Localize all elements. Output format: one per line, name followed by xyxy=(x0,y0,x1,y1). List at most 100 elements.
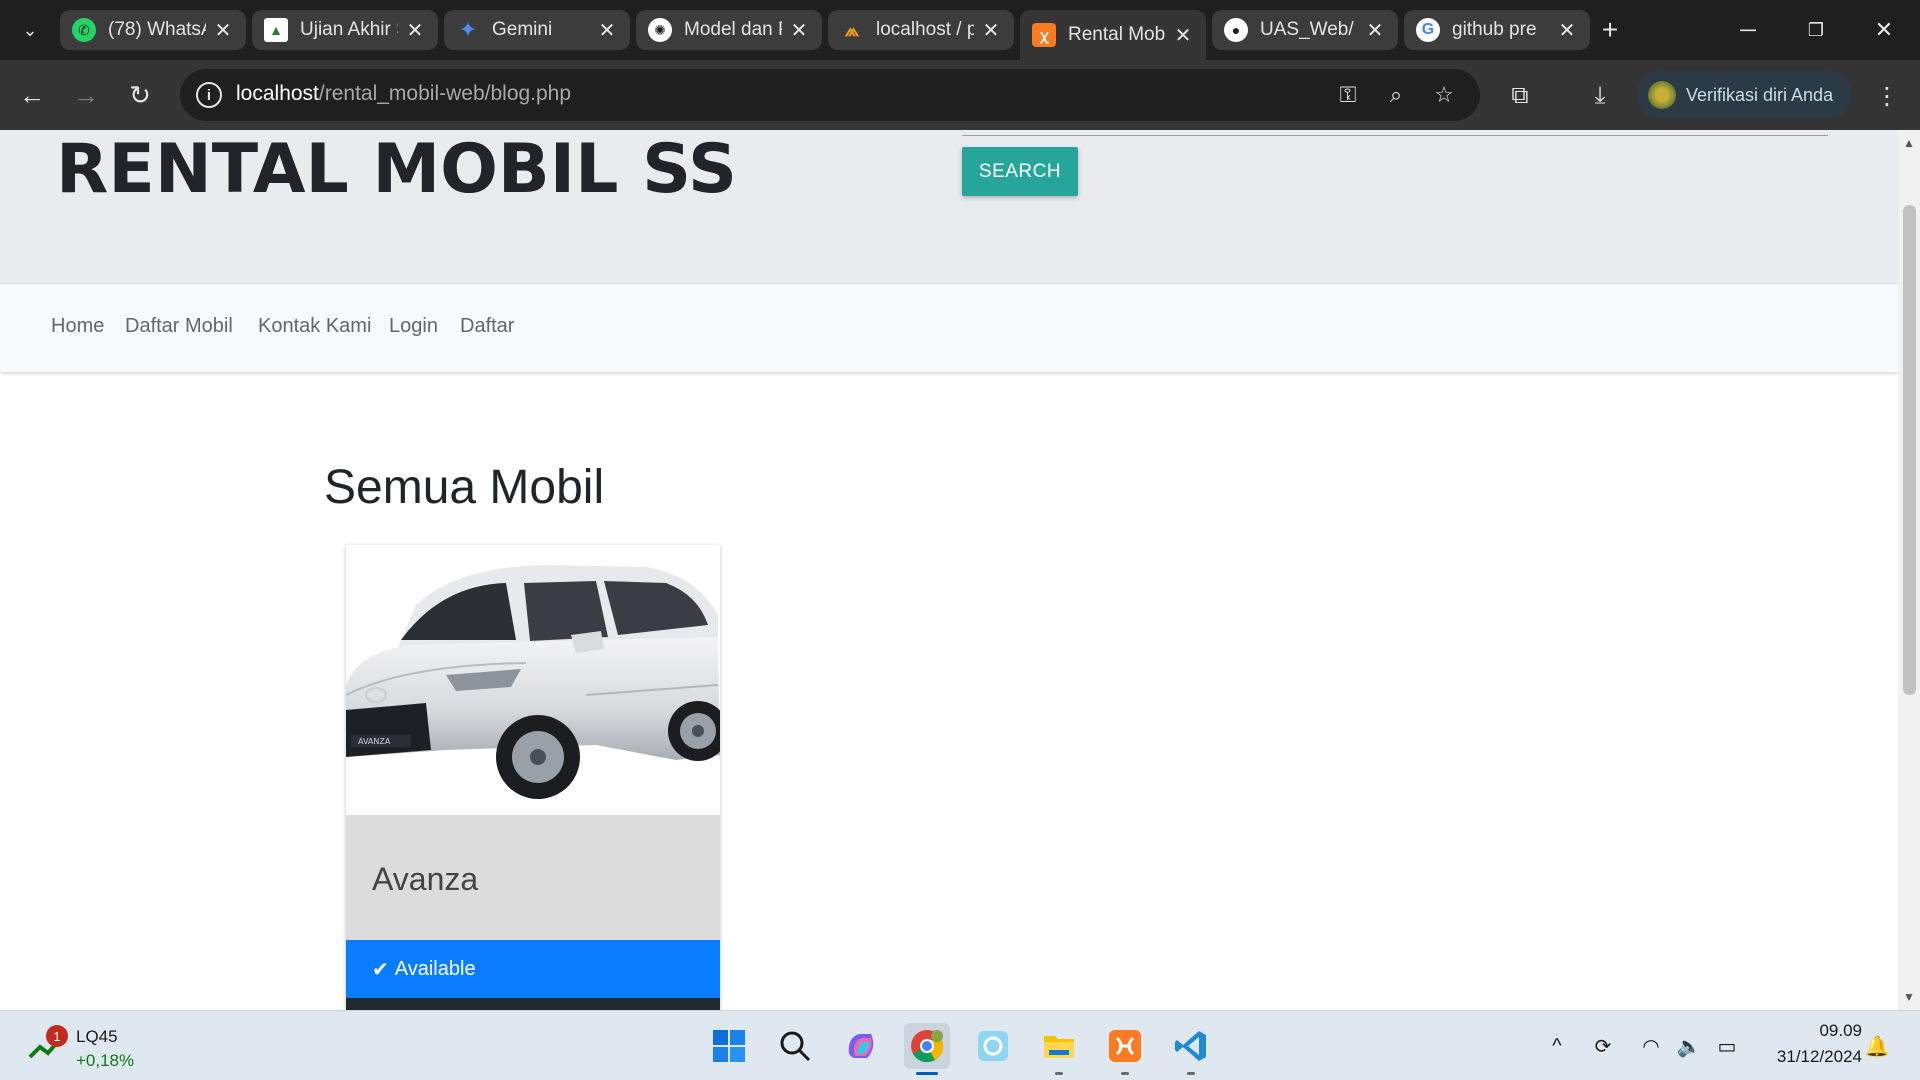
tab-model-dan[interactable]: ✺ Model dan Penjelasan ✕ xyxy=(636,10,822,50)
back-arrow-icon[interactable]: ← xyxy=(14,77,50,113)
widget-title: LQ45 xyxy=(76,1027,118,1046)
tab-title: github pre xyxy=(1452,19,1537,40)
status-label: Available xyxy=(394,957,476,980)
close-tab-icon[interactable]: ✕ xyxy=(404,18,426,43)
close-tab-icon[interactable]: ✕ xyxy=(212,18,234,43)
clock-time[interactable]: 09.09 xyxy=(1762,1021,1862,1041)
nav-login[interactable]: Login xyxy=(389,315,438,338)
search-input[interactable] xyxy=(962,135,1828,136)
status-badge: ✔ Available xyxy=(346,940,720,998)
profile-label: Verifikasi diri Anda xyxy=(1686,84,1834,105)
extensions-puzzle-icon[interactable]: ⧉ xyxy=(1503,79,1537,113)
tab-title: Ujian Akhir Semester xyxy=(300,19,398,40)
close-window-icon[interactable]: ✕ xyxy=(1864,10,1904,50)
tab-phpmyadmin[interactable]: ⩕ localhost / phpMyAdmin ✕ xyxy=(828,10,1014,50)
xampp-icon[interactable] xyxy=(1102,1023,1148,1075)
page-content: RENTAL MOBIL SS SEARCH Home Daftar Mobil… xyxy=(0,130,1898,1010)
tab-whatsapp[interactable]: ✆ (78) WhatsApp ✕ xyxy=(60,10,246,50)
scroll-thumb[interactable] xyxy=(1903,205,1916,695)
notification-bell-icon[interactable]: 🔔 xyxy=(1864,1033,1890,1059)
tab-rental-mobil[interactable]: ꭓ Rental Mobil SS ✕ xyxy=(1020,10,1206,60)
close-tab-icon[interactable]: ✕ xyxy=(596,18,618,43)
scroll-down-arrow-icon[interactable]: ▼ xyxy=(1898,986,1920,1008)
sync-icon[interactable]: ⟳ xyxy=(1590,1033,1616,1059)
page-scrollbar[interactable]: ▲ ▼ xyxy=(1898,130,1920,1010)
forward-arrow-icon[interactable]: → xyxy=(68,77,104,113)
car-name: Avanza xyxy=(372,861,479,897)
car-card[interactable]: AVANZA Avanza ✔ Available xyxy=(346,545,720,1010)
google-icon: G xyxy=(1416,18,1440,42)
nav-kontak-kami[interactable]: Kontak Kami xyxy=(258,315,371,338)
battery-icon[interactable]: ▭ xyxy=(1714,1033,1740,1059)
password-key-icon[interactable]: ⚿ xyxy=(1334,81,1362,109)
car-illustration: AVANZA xyxy=(346,565,720,799)
nav-daftar[interactable]: Daftar xyxy=(460,315,514,338)
url-host: localhost xyxy=(236,82,319,105)
browser-tab-strip: ⌄ ✆ (78) WhatsApp ✕ ▲ Ujian Akhir Semest… xyxy=(0,0,1920,60)
stock-widget[interactable]: 1 LQ45 +0,18% xyxy=(28,1017,178,1075)
copilot-preview-icon[interactable] xyxy=(970,1023,1016,1069)
search-icon[interactable] xyxy=(772,1023,818,1069)
car-info: Avanza xyxy=(346,815,720,940)
file-explorer-icon[interactable] xyxy=(1036,1023,1082,1075)
scroll-up-arrow-icon[interactable]: ▲ xyxy=(1898,132,1920,154)
chrome-icon[interactable] xyxy=(904,1023,950,1075)
github-icon: ● xyxy=(1224,18,1248,42)
notification-badge: 1 xyxy=(46,1025,68,1047)
tab-title: Gemini xyxy=(492,19,553,40)
phpmyadmin-icon: ⩕ xyxy=(844,19,860,40)
wifi-icon[interactable]: ◠ xyxy=(1638,1033,1664,1059)
site-header: RENTAL MOBIL SS SEARCH xyxy=(0,130,1898,283)
search-button[interactable]: SEARCH xyxy=(962,147,1078,196)
site-title: RENTAL MOBIL SS xyxy=(56,130,737,209)
chatgpt-icon: ✺ xyxy=(648,18,672,42)
zoom-icon[interactable]: ⌕ xyxy=(1382,81,1410,109)
minimize-icon[interactable]: ─ xyxy=(1728,10,1768,50)
whatsapp-icon: ✆ xyxy=(72,18,96,42)
windows-start-icon[interactable] xyxy=(706,1023,752,1069)
new-tab-plus-icon[interactable]: + xyxy=(1592,12,1628,48)
tab-github-uas[interactable]: ● UAS_Web/ rental_mobil ✕ xyxy=(1212,10,1398,50)
tab-gemini[interactable]: ✦ Gemini ✕ xyxy=(444,10,630,50)
tab-title: (78) WhatsApp xyxy=(108,19,206,40)
windows-taskbar: 1 LQ45 +0,18% ^ ⟳ ◠ 🔈 ▭ 09.09 31/12/2024… xyxy=(0,1010,1920,1080)
widget-change: +0,18% xyxy=(76,1051,135,1070)
tab-title: Rental Mobil SS xyxy=(1068,24,1166,45)
card-footer[interactable] xyxy=(346,998,720,1010)
close-tab-icon[interactable]: ✕ xyxy=(1172,23,1194,48)
close-tab-icon[interactable]: ✕ xyxy=(1364,18,1386,43)
site-info-icon[interactable]: i xyxy=(196,82,222,108)
address-bar[interactable]: i localhost/rental_mobil-web/blog.php ⚿ … xyxy=(180,69,1480,121)
section-title: Semua Mobil xyxy=(324,461,605,514)
elearning-icon: ▲ xyxy=(264,18,288,42)
tab-title: UAS_Web/ rental_mobil xyxy=(1260,19,1358,40)
close-tab-icon[interactable]: ✕ xyxy=(1556,18,1578,43)
nav-home[interactable]: Home xyxy=(51,315,104,338)
check-icon: ✔ xyxy=(372,958,389,981)
vscode-icon[interactable] xyxy=(1168,1023,1214,1075)
close-tab-icon[interactable]: ✕ xyxy=(980,18,1002,43)
profile-verify-chip[interactable]: Verifikasi diri Anda xyxy=(1636,71,1852,119)
bookmark-star-icon[interactable]: ☆ xyxy=(1430,81,1458,109)
nav-daftar-mobil[interactable]: Daftar Mobil xyxy=(125,315,233,338)
svg-text:AVANZA: AVANZA xyxy=(358,737,391,746)
reload-icon[interactable]: ↻ xyxy=(122,77,158,113)
tab-ujian-akhir[interactable]: ▲ Ujian Akhir Semester ✕ xyxy=(252,10,438,50)
tab-search-chevron-icon[interactable]: ⌄ xyxy=(12,12,48,48)
browser-toolbar: ← → ↻ i localhost/rental_mobil-web/blog.… xyxy=(0,60,1920,130)
tab-google-search[interactable]: G github pre ✕ xyxy=(1404,10,1590,50)
tab-title: Model dan Penjelasan xyxy=(684,19,782,40)
download-icon[interactable]: ⤓ xyxy=(1583,79,1617,113)
site-navbar: Home Daftar Mobil Kontak Kami Login Daft… xyxy=(0,283,1898,372)
url-path: /rental_mobil-web/blog.php xyxy=(318,82,572,105)
url-text[interactable]: localhost/rental_mobil-web/blog.php xyxy=(236,82,571,106)
show-hidden-icons-chevron-icon[interactable]: ^ xyxy=(1544,1033,1570,1059)
copilot-icon[interactable] xyxy=(838,1023,884,1069)
chrome-menu-icon[interactable]: ⋮ xyxy=(1870,79,1904,113)
clock-date[interactable]: 31/12/2024 xyxy=(1762,1047,1862,1067)
xampp-icon: ꭓ xyxy=(1032,23,1056,47)
volume-icon[interactable]: 🔈 xyxy=(1676,1033,1702,1059)
car-image[interactable]: AVANZA xyxy=(346,545,720,815)
close-tab-icon[interactable]: ✕ xyxy=(788,18,810,43)
restore-icon[interactable]: ❐ xyxy=(1796,10,1836,50)
